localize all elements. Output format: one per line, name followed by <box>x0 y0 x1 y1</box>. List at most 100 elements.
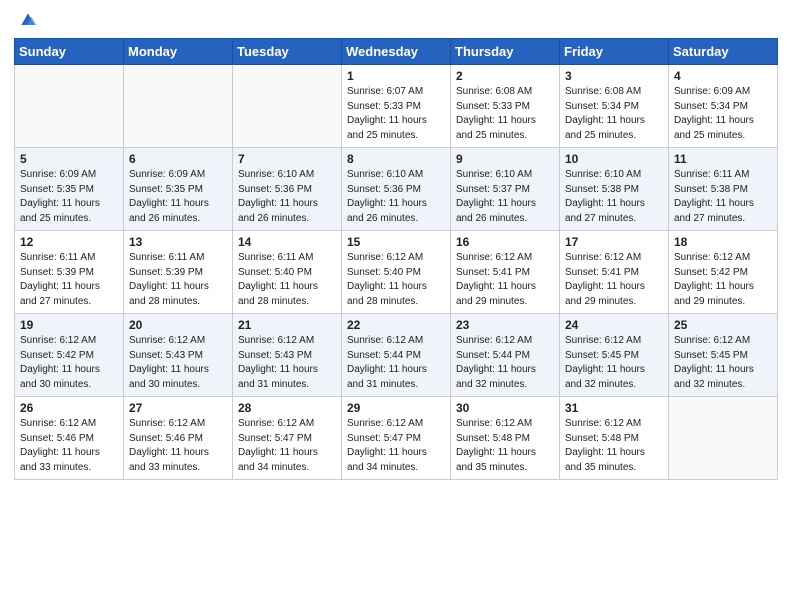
logo <box>14 10 38 30</box>
calendar-cell: 22Sunrise: 6:12 AMSunset: 5:44 PMDayligh… <box>342 314 451 397</box>
col-header-monday: Monday <box>124 39 233 65</box>
day-info: Sunrise: 6:12 AMSunset: 5:42 PMDaylight:… <box>674 251 772 309</box>
header <box>14 10 778 30</box>
col-header-thursday: Thursday <box>451 39 560 65</box>
day-info: Sunrise: 6:09 AMSunset: 5:34 PMDaylight:… <box>674 85 772 143</box>
calendar-cell: 8Sunrise: 6:10 AMSunset: 5:36 PMDaylight… <box>342 148 451 231</box>
col-header-wednesday: Wednesday <box>342 39 451 65</box>
col-header-tuesday: Tuesday <box>233 39 342 65</box>
day-number: 20 <box>129 318 227 332</box>
day-number: 29 <box>347 401 445 415</box>
logo-icon <box>18 10 38 30</box>
calendar-cell: 12 Sunrise: 6:11 AMSunset: 5:39 PMDayligh… <box>15 231 124 314</box>
day-number: 5 <box>20 152 118 166</box>
day-info: Sunrise: 6:12 AMSunset: 5:48 PMDaylight:… <box>456 417 554 475</box>
calendar-cell: 30 Sunrise: 6:12 AMSunset: 5:48 PMDayligh… <box>451 397 560 480</box>
day-number: 17 <box>565 235 663 249</box>
day-info: Sunrise: 6:09 AMSunset: 5:35 PMDaylight:… <box>20 168 118 226</box>
calendar-cell: 31 Sunrise: 6:12 AMSunset: 5:48 PMDayligh… <box>560 397 669 480</box>
day-number: 27 <box>129 401 227 415</box>
day-number: 23 <box>456 318 554 332</box>
day-info: Sunrise: 6:12 AMSunset: 5:42 PMDaylight:… <box>20 334 118 392</box>
day-info: Sunrise: 6:09 AMSunset: 5:35 PMDaylight:… <box>129 168 227 226</box>
day-number: 28 <box>238 401 336 415</box>
col-header-sunday: Sunday <box>15 39 124 65</box>
day-info: Sunrise: 6:12 AMSunset: 5:43 PMDaylight:… <box>238 334 336 392</box>
calendar-cell: 11Sunrise: 6:11 AMSunset: 5:38 PMDayligh… <box>669 148 778 231</box>
day-info: Sunrise: 6:12 AMSunset: 5:48 PMDaylight:… <box>565 417 663 475</box>
day-number: 9 <box>456 152 554 166</box>
day-number: 31 <box>565 401 663 415</box>
day-info: Sunrise: 6:10 AMSunset: 5:36 PMDaylight:… <box>347 168 445 226</box>
day-number: 24 <box>565 318 663 332</box>
calendar-cell: 20Sunrise: 6:12 AMSunset: 5:43 PMDayligh… <box>124 314 233 397</box>
calendar-cell <box>669 397 778 480</box>
day-info: Sunrise: 6:10 AMSunset: 5:38 PMDaylight:… <box>565 168 663 226</box>
day-number: 14 <box>238 235 336 249</box>
calendar-cell: 3 Sunrise: 6:08 AMSunset: 5:34 PMDaylight… <box>560 65 669 148</box>
calendar-cell: 19 Sunrise: 6:12 AMSunset: 5:42 PMDayligh… <box>15 314 124 397</box>
day-number: 4 <box>674 69 772 83</box>
day-number: 12 <box>20 235 118 249</box>
day-info: Sunrise: 6:12 AMSunset: 5:47 PMDaylight:… <box>347 417 445 475</box>
day-info: Sunrise: 6:12 AMSunset: 5:44 PMDaylight:… <box>456 334 554 392</box>
day-number: 26 <box>20 401 118 415</box>
calendar-table: SundayMondayTuesdayWednesdayThursdayFrid… <box>14 38 778 480</box>
calendar-cell: 26 Sunrise: 6:12 AMSunset: 5:46 PMDayligh… <box>15 397 124 480</box>
col-header-friday: Friday <box>560 39 669 65</box>
day-number: 19 <box>20 318 118 332</box>
calendar-cell: 2 Sunrise: 6:08 AMSunset: 5:33 PMDaylight… <box>451 65 560 148</box>
day-info: Sunrise: 6:12 AMSunset: 5:45 PMDaylight:… <box>565 334 663 392</box>
day-info: Sunrise: 6:12 AMSunset: 5:41 PMDaylight:… <box>456 251 554 309</box>
day-info: Sunrise: 6:12 AMSunset: 5:40 PMDaylight:… <box>347 251 445 309</box>
calendar-cell <box>233 65 342 148</box>
day-info: Sunrise: 6:08 AMSunset: 5:33 PMDaylight:… <box>456 85 554 143</box>
calendar-cell: 13 Sunrise: 6:11 AMSunset: 5:39 PMDayligh… <box>124 231 233 314</box>
day-number: 1 <box>347 69 445 83</box>
day-number: 21 <box>238 318 336 332</box>
calendar-week-row: 1 Sunrise: 6:07 AMSunset: 5:33 PMDaylight… <box>15 65 778 148</box>
day-info: Sunrise: 6:10 AMSunset: 5:37 PMDaylight:… <box>456 168 554 226</box>
calendar-cell: 28 Sunrise: 6:12 AMSunset: 5:47 PMDayligh… <box>233 397 342 480</box>
day-info: Sunrise: 6:11 AMSunset: 5:39 PMDaylight:… <box>129 251 227 309</box>
calendar-week-row: 19 Sunrise: 6:12 AMSunset: 5:42 PMDayligh… <box>15 314 778 397</box>
calendar-cell <box>124 65 233 148</box>
calendar-cell: 17 Sunrise: 6:12 AMSunset: 5:41 PMDayligh… <box>560 231 669 314</box>
calendar-cell: 29 Sunrise: 6:12 AMSunset: 5:47 PMDayligh… <box>342 397 451 480</box>
day-info: Sunrise: 6:11 AMSunset: 5:40 PMDaylight:… <box>238 251 336 309</box>
calendar-header-row: SundayMondayTuesdayWednesdayThursdayFrid… <box>15 39 778 65</box>
day-number: 11 <box>674 152 772 166</box>
calendar-cell: 1 Sunrise: 6:07 AMSunset: 5:33 PMDaylight… <box>342 65 451 148</box>
day-info: Sunrise: 6:12 AMSunset: 5:46 PMDaylight:… <box>20 417 118 475</box>
day-number: 10 <box>565 152 663 166</box>
calendar-cell: 18Sunrise: 6:12 AMSunset: 5:42 PMDayligh… <box>669 231 778 314</box>
col-header-saturday: Saturday <box>669 39 778 65</box>
day-number: 6 <box>129 152 227 166</box>
day-number: 15 <box>347 235 445 249</box>
calendar-cell: 23 Sunrise: 6:12 AMSunset: 5:44 PMDayligh… <box>451 314 560 397</box>
day-info: Sunrise: 6:12 AMSunset: 5:47 PMDaylight:… <box>238 417 336 475</box>
day-info: Sunrise: 6:12 AMSunset: 5:41 PMDaylight:… <box>565 251 663 309</box>
calendar-cell: 5 Sunrise: 6:09 AMSunset: 5:35 PMDaylight… <box>15 148 124 231</box>
calendar-cell: 14 Sunrise: 6:11 AMSunset: 5:40 PMDayligh… <box>233 231 342 314</box>
calendar-cell: 25Sunrise: 6:12 AMSunset: 5:45 PMDayligh… <box>669 314 778 397</box>
calendar-week-row: 5 Sunrise: 6:09 AMSunset: 5:35 PMDaylight… <box>15 148 778 231</box>
day-number: 13 <box>129 235 227 249</box>
calendar-cell: 7Sunrise: 6:10 AMSunset: 5:36 PMDaylight… <box>233 148 342 231</box>
day-info: Sunrise: 6:07 AMSunset: 5:33 PMDaylight:… <box>347 85 445 143</box>
day-info: Sunrise: 6:11 AMSunset: 5:39 PMDaylight:… <box>20 251 118 309</box>
calendar-week-row: 26 Sunrise: 6:12 AMSunset: 5:46 PMDayligh… <box>15 397 778 480</box>
calendar-cell: 10 Sunrise: 6:10 AMSunset: 5:38 PMDayligh… <box>560 148 669 231</box>
day-number: 3 <box>565 69 663 83</box>
day-number: 30 <box>456 401 554 415</box>
day-info: Sunrise: 6:12 AMSunset: 5:46 PMDaylight:… <box>129 417 227 475</box>
day-info: Sunrise: 6:08 AMSunset: 5:34 PMDaylight:… <box>565 85 663 143</box>
day-number: 7 <box>238 152 336 166</box>
day-number: 2 <box>456 69 554 83</box>
calendar-cell: 24 Sunrise: 6:12 AMSunset: 5:45 PMDayligh… <box>560 314 669 397</box>
day-number: 22 <box>347 318 445 332</box>
calendar-cell: 16Sunrise: 6:12 AMSunset: 5:41 PMDayligh… <box>451 231 560 314</box>
calendar-cell <box>15 65 124 148</box>
calendar-cell: 15 Sunrise: 6:12 AMSunset: 5:40 PMDayligh… <box>342 231 451 314</box>
calendar-cell: 9 Sunrise: 6:10 AMSunset: 5:37 PMDaylight… <box>451 148 560 231</box>
